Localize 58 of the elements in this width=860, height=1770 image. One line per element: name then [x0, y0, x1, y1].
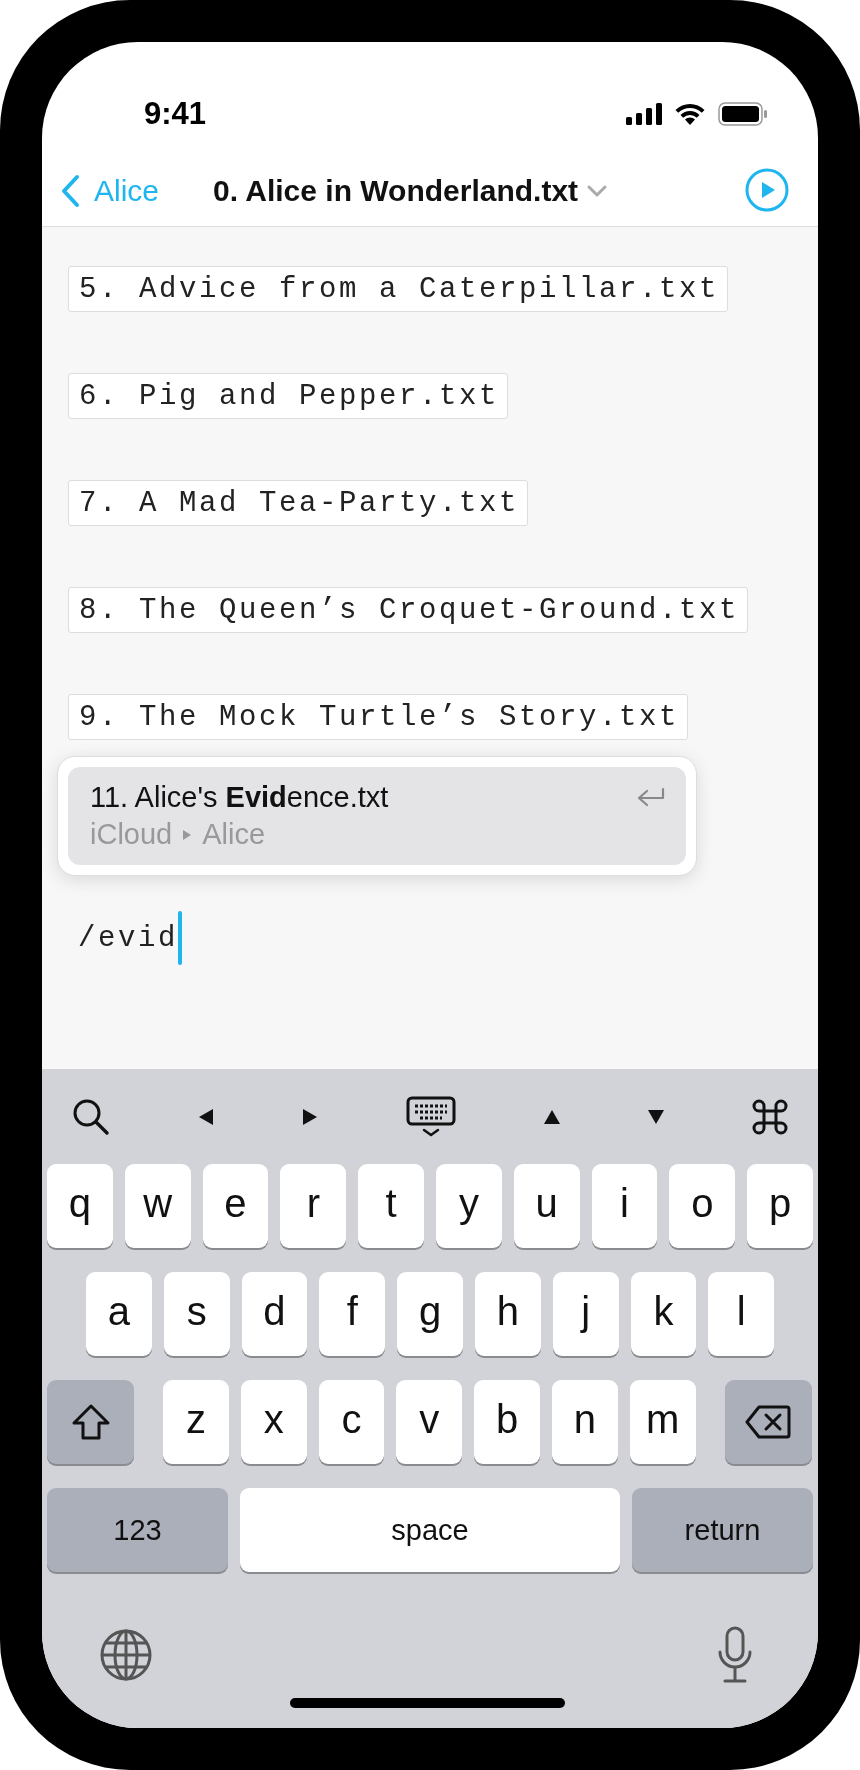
microphone-icon[interactable]	[717, 1626, 753, 1684]
letter-key[interactable]: i	[591, 1164, 658, 1248]
path-separator-icon	[182, 828, 193, 841]
search-icon[interactable]	[72, 1097, 110, 1136]
letter-key[interactable]: d	[241, 1272, 308, 1356]
document-link[interactable]: 8. The Queen’s Croquet-Ground.txt	[68, 587, 749, 633]
letter-key[interactable]: w	[124, 1164, 191, 1248]
return-icon	[636, 786, 666, 809]
suggestion-title: 11. Alice's Evidence.txt	[90, 781, 389, 814]
command-icon[interactable]	[751, 1098, 788, 1135]
hide-keyboard-icon[interactable]	[405, 1095, 456, 1138]
letter-key[interactable]: l	[708, 1272, 775, 1356]
text-cursor	[178, 911, 182, 965]
return-key[interactable]: return	[632, 1488, 813, 1572]
letter-key[interactable]: v	[396, 1380, 463, 1464]
document-link[interactable]: 5. Advice from a Caterpillar.txt	[68, 266, 729, 312]
delete-key[interactable]	[724, 1380, 812, 1464]
letter-key[interactable]: y	[436, 1164, 502, 1248]
suggestion-item[interactable]: 11. Alice's Evidence.txt iCloud Alice	[68, 767, 686, 865]
shift-key[interactable]	[47, 1380, 134, 1464]
down-arrow-icon[interactable]	[647, 1107, 666, 1126]
letter-key[interactable]: e	[202, 1164, 269, 1248]
document-link[interactable]: 6. Pig and Pepper.txt	[68, 373, 509, 419]
letter-key[interactable]: m	[629, 1380, 696, 1464]
letter-key[interactable]: p	[747, 1164, 813, 1248]
letter-key[interactable]: c	[318, 1380, 385, 1464]
editor-text: /evid	[78, 921, 178, 955]
path-label: Alice	[202, 818, 266, 851]
letter-key[interactable]: b	[474, 1380, 540, 1464]
delete-icon	[745, 1405, 792, 1439]
document-link[interactable]: 9. The Mock Turtle’s Story.txt	[68, 694, 689, 740]
letter-key[interactable]: h	[475, 1272, 541, 1356]
letter-key[interactable]: r	[280, 1164, 347, 1248]
back-chevron-icon	[60, 173, 80, 208]
path-label: iCloud	[90, 818, 173, 851]
letter-key[interactable]: n	[552, 1380, 618, 1464]
signal-icon	[626, 102, 662, 125]
document-title[interactable]: 0. Alice in Wonderland.txt	[213, 173, 579, 208]
status-time: 9:41	[144, 95, 207, 132]
letter-key[interactable]: f	[319, 1272, 386, 1356]
document-link[interactable]: 7. A Mad Tea-Party.txt	[68, 480, 529, 526]
letter-key[interactable]: u	[513, 1164, 580, 1248]
letter-key[interactable]: x	[240, 1380, 307, 1464]
letter-key[interactable]: z	[163, 1380, 229, 1464]
space-key[interactable]: space	[240, 1488, 620, 1572]
letter-key[interactable]: q	[47, 1164, 113, 1248]
letter-key[interactable]: k	[630, 1272, 697, 1356]
letter-key[interactable]: a	[86, 1272, 152, 1356]
letter-key[interactable]: g	[397, 1272, 463, 1356]
letter-key[interactable]: j	[552, 1272, 619, 1356]
letter-key[interactable]: s	[163, 1272, 230, 1356]
letter-key[interactable]: o	[669, 1164, 736, 1248]
globe-icon[interactable]	[99, 1628, 153, 1682]
battery-icon	[718, 101, 768, 126]
letter-key[interactable]: t	[358, 1164, 424, 1248]
shift-arrow-icon	[70, 1403, 111, 1441]
wifi-icon	[674, 102, 706, 125]
numbers-key[interactable]: 123	[47, 1488, 228, 1572]
